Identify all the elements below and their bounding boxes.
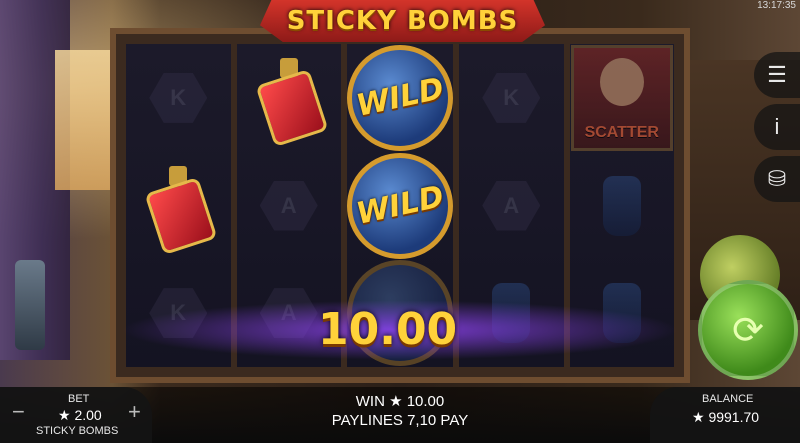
game-title: STICKY BOMBS [286, 6, 519, 36]
reel-cell: A [237, 152, 342, 260]
reel-cell: WILD [347, 152, 453, 260]
clock: 13:17:35 [757, 0, 796, 11]
scatter-label: SCATTER [584, 123, 659, 141]
scientist-icon [599, 57, 644, 106]
symbol-k: K [482, 72, 541, 123]
scatter-symbol: SCATTER [570, 44, 673, 151]
balance-label: BALANCE [702, 393, 754, 405]
balance-value: ★ 9991.70 [692, 409, 760, 425]
coins-icon[interactable]: ⛁ [754, 156, 800, 202]
potion-symbol [144, 165, 218, 255]
win-amount: 10.00 [318, 304, 458, 355]
info-icon[interactable]: i [754, 104, 800, 150]
reel-cell: K [126, 44, 231, 152]
balance-panel: BALANCE ★ 9991.70 [650, 387, 800, 443]
game-logo: STICKY BOMBS [260, 0, 545, 42]
wild-bomb-symbol: WILD [347, 152, 453, 259]
reel-cell: K [459, 44, 564, 152]
side-controls: ☰ i ⛁ [754, 52, 800, 202]
reel-cell [126, 152, 231, 260]
reel-cell [570, 152, 675, 260]
reel-cell: SCATTER [570, 44, 675, 152]
wild-label: WILD [353, 71, 447, 125]
symbol-a: A [482, 180, 541, 231]
window-decoration [55, 50, 115, 190]
spin-button[interactable]: ⟳ [698, 280, 798, 380]
bottle-decoration [15, 260, 45, 350]
hamburger-icon[interactable]: ☰ [754, 52, 800, 98]
symbol-a: A [259, 180, 318, 231]
wild-bomb-symbol: WILD [347, 44, 453, 151]
reel-cell: A [459, 152, 564, 260]
bottle-symbol [602, 175, 641, 236]
reel-cell [237, 44, 342, 152]
symbol-k: K [149, 72, 208, 123]
spin-icon: ⟳ [732, 309, 764, 352]
potion-symbol [255, 57, 329, 147]
wild-label: WILD [353, 179, 447, 232]
reel-cell: WILD [347, 44, 453, 152]
